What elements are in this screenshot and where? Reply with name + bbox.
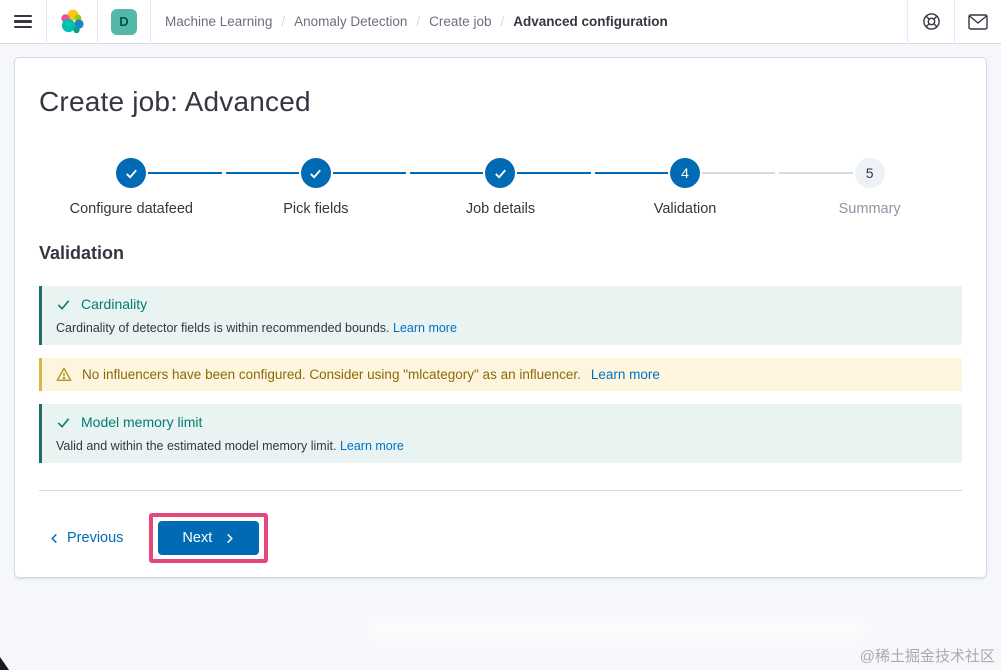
section-heading-validation: Validation [39,243,125,263]
learn-more-link[interactable]: Learn more [393,321,457,335]
check-icon [125,169,137,179]
hamburger-icon [14,14,32,29]
breadcrumb-anomaly-detection[interactable]: Anomaly Detection [294,14,407,29]
callout-body-text: Cardinality of detector fields is within… [56,321,390,335]
breadcrumb-machine-learning[interactable]: Machine Learning [165,14,272,29]
mail-icon [968,13,988,30]
step-5-circle[interactable]: 5 [854,158,885,188]
warning-text: No influencers have been configured. Con… [82,367,581,382]
learn-more-link[interactable]: Learn more [340,439,404,453]
chevron-right-icon [227,533,234,543]
step-1-label: Configure datafeed [69,201,193,217]
divider [150,0,151,44]
step-pick-fields: Pick fields [224,158,409,217]
callout-title: Cardinality [81,296,148,312]
callout-influencers-warning: No influencers have been configured. Con… [39,358,962,391]
callout-model-memory-limit: Model memory limit Valid and within the … [39,404,962,463]
menu-button[interactable] [0,0,46,44]
divider [39,490,962,491]
callout-title: Model memory limit [81,414,203,430]
breadcrumb-advanced-configuration: Advanced configuration [513,14,668,29]
chevron-left-icon [51,533,57,543]
create-job-panel: Create job: Advanced Configure datafeed … [14,57,987,578]
next-button[interactable]: Next [158,521,260,555]
elastic-logo-icon [61,9,84,33]
check-icon [495,169,506,179]
step-4-circle[interactable]: 4 [670,158,701,188]
help-icon [922,13,940,30]
watermark-text: @稀土掘金技术社区 [859,648,995,665]
breadcrumb-separator: / [416,14,421,29]
check-icon [310,169,322,179]
previous-label: Previous [67,530,124,546]
step-3-label: Job details [465,201,536,217]
check-icon [57,417,70,428]
elastic-logo-button[interactable] [47,0,97,44]
step-configure-datafeed: Configure datafeed [39,158,224,217]
blurred-watermark [365,612,870,646]
callout-body: Cardinality of detector fields is within… [56,321,948,335]
breadcrumb: Machine Learning / Anomaly Detection / C… [165,14,668,29]
step-5-label: Summary [838,201,901,217]
step-validation: 4 Validation [593,158,778,217]
mouse-cursor [0,657,9,670]
step-2-circle[interactable] [300,158,331,188]
step-1-circle[interactable] [116,158,147,188]
previous-button[interactable]: Previous [49,530,123,546]
warning-row: No influencers have been configured. Con… [56,367,948,382]
space-avatar[interactable]: D [111,8,137,35]
warning-icon [56,367,72,381]
step-4-label: Validation [653,201,717,217]
callout-cardinality: Cardinality Cardinality of detector fiel… [39,286,962,345]
help-button[interactable] [908,0,954,44]
wizard-footer-nav: Previous Next [39,513,962,563]
page-title: Create job: Advanced [39,86,311,117]
step-summary: 5 Summary [777,158,962,217]
callout-body-text: Valid and within the estimated model mem… [56,439,337,453]
top-navigation-bar: D Machine Learning / Anomaly Detection /… [0,0,1001,44]
annotation-highlight-box: Next [149,513,269,563]
wizard-stepper: Configure datafeed Pick fields Job detai… [39,158,962,217]
learn-more-link[interactable]: Learn more [591,367,660,382]
step-3-circle[interactable] [485,158,516,188]
breadcrumb-separator: / [281,14,286,29]
check-icon [57,299,70,310]
breadcrumb-create-job[interactable]: Create job [429,14,491,29]
callout-title-row: Model memory limit [56,414,948,430]
callout-title-row: Cardinality [56,296,948,312]
next-label: Next [182,530,213,546]
callout-body: Valid and within the estimated model mem… [56,439,948,453]
newsfeed-button[interactable] [955,0,1001,44]
breadcrumb-separator: / [500,14,505,29]
step-job-details: Job details [408,158,593,217]
step-2-label: Pick fields [283,201,349,217]
